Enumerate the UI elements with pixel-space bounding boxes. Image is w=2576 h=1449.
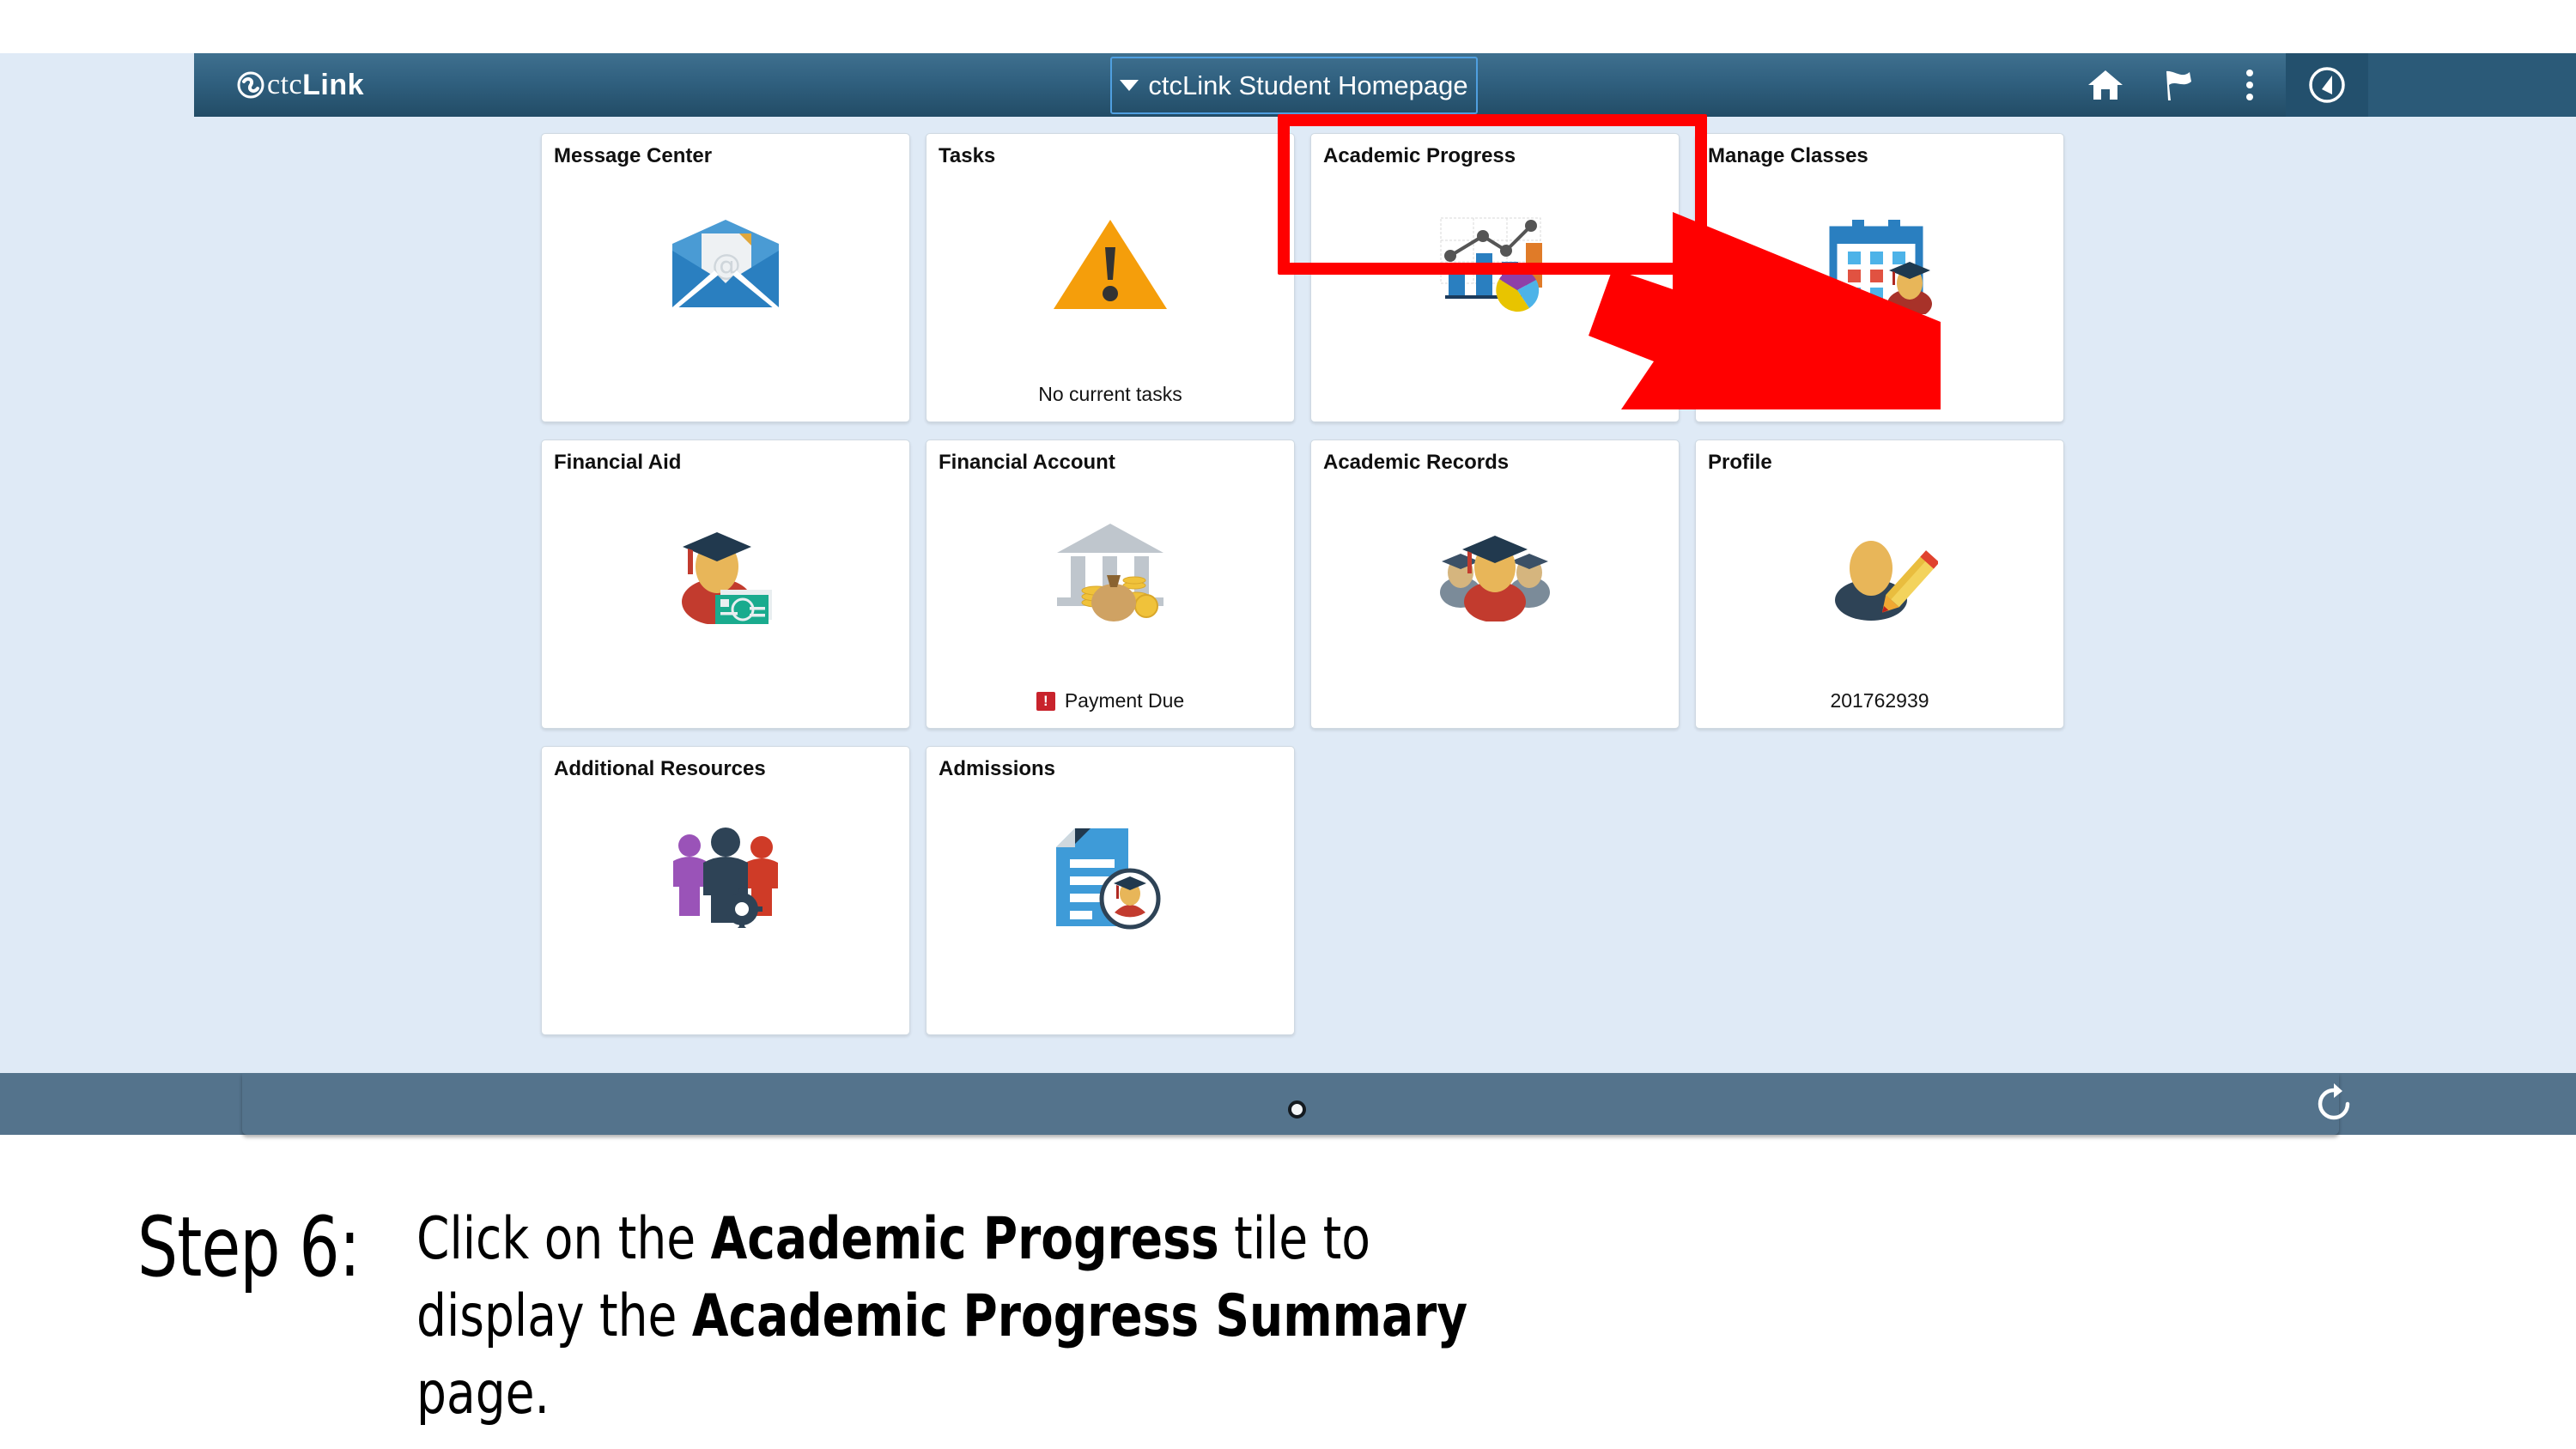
navbar-compass-icon[interactable] — [2286, 53, 2368, 117]
tile-title: Academic Records — [1323, 451, 1510, 474]
tile-title: Tasks — [939, 144, 996, 167]
brand-ctc-text: ctc — [267, 69, 303, 100]
kebab-menu-icon[interactable] — [2214, 53, 2286, 117]
flag-icon[interactable] — [2142, 53, 2214, 117]
tile-message-center[interactable]: Message Center @ — [541, 133, 910, 422]
step-text-bold-1: Academic Progress — [710, 1205, 1219, 1273]
refresh-icon[interactable] — [2284, 1073, 2384, 1135]
bank-moneybag-icon — [927, 485, 1294, 657]
caption-area: Step 6: Click on the Academic Progress t… — [0, 1163, 2576, 1449]
tile-tasks[interactable]: Tasks No current tasks — [926, 133, 1295, 422]
graduates-group-icon — [1311, 485, 1679, 657]
warning-triangle-icon — [927, 179, 1294, 350]
ctclink-swirl-logo-icon — [237, 71, 264, 99]
tile-title: Profile — [1708, 451, 1772, 474]
tile-financial-account[interactable]: Financial Account ! Payment Due — [926, 440, 1295, 729]
tile-academic-records[interactable]: Academic Records — [1310, 440, 1680, 729]
person-pencil-icon — [1696, 485, 2063, 657]
tile-status-text: No current tasks — [1038, 383, 1182, 405]
tile-admissions[interactable]: Admissions — [926, 746, 1295, 1035]
tile-title: Manage Classes — [1708, 144, 1868, 167]
header-icon-group — [2069, 53, 2368, 117]
tile-title: Message Center — [554, 144, 713, 167]
tile-manage-classes[interactable]: Manage Classes — [1695, 133, 2064, 422]
calendar-graduate-icon — [1696, 179, 2063, 350]
people-gear-icon — [542, 791, 909, 963]
tile-row: Additional Resources Admissions — [541, 746, 2064, 1035]
tile-additional-resources[interactable]: Additional Resources — [541, 746, 910, 1035]
page-title: ctcLink Student Homepage — [1148, 70, 1468, 100]
tile-grid: Message Center @ Tasks No current tasks … — [541, 133, 2064, 1052]
step-label: Step 6: — [137, 1199, 361, 1295]
document-graduate-icon — [927, 791, 1294, 963]
tile-profile[interactable]: Profile 201762939 — [1695, 440, 2064, 729]
alert-badge-icon: ! — [1036, 691, 1055, 711]
tile-status-text: Payment Due — [1064, 689, 1185, 712]
bar-line-pie-chart-icon — [1311, 179, 1679, 350]
page-title-dropdown[interactable]: ctcLink Student Homepage — [1110, 57, 1478, 114]
envelope-email-icon: @ — [542, 179, 909, 350]
tile-title: Financial Aid — [554, 451, 682, 474]
screenshot-root: ctc Link ctcLink Student Homepage Messag… — [0, 0, 2576, 1449]
tile-row: Message Center @ Tasks No current tasks … — [541, 133, 2064, 422]
tile-row: Financial Aid Financial Account ! Paymen… — [541, 440, 2064, 729]
chevron-down-icon — [1120, 80, 1139, 91]
tile-status-text: 201762939 — [1830, 689, 1929, 712]
step-text-pre: Click on the — [416, 1205, 711, 1273]
tile-title: Admissions — [939, 757, 1056, 780]
tile-title: Additional Resources — [554, 757, 766, 780]
step-text-post: page. — [416, 1359, 550, 1428]
tile-title: Financial Account — [939, 451, 1115, 474]
tile-financial-aid[interactable]: Financial Aid — [541, 440, 910, 729]
tile-status: ! Payment Due — [927, 689, 1294, 712]
tile-academic-progress[interactable]: Academic Progress — [1310, 133, 1680, 422]
brand-link-text: Link — [302, 68, 365, 101]
home-icon[interactable] — [2069, 53, 2142, 117]
tile-title: Academic Progress — [1323, 144, 1516, 167]
graduate-money-icon — [542, 485, 909, 657]
tile-status: 201762939 — [1696, 689, 2063, 712]
tile-status: No current tasks — [927, 383, 1294, 406]
step-instruction-text: Click on the Academic Progress tile to d… — [416, 1201, 1491, 1432]
header-right-pad — [2339, 53, 2576, 117]
step-text-bold-3: Progress Summary — [963, 1282, 1468, 1350]
step-text-bold-2: Academic — [692, 1282, 949, 1350]
ctclink-brand[interactable]: ctc Link — [237, 69, 364, 102]
page-indicator-dot[interactable] — [1288, 1100, 1306, 1119]
